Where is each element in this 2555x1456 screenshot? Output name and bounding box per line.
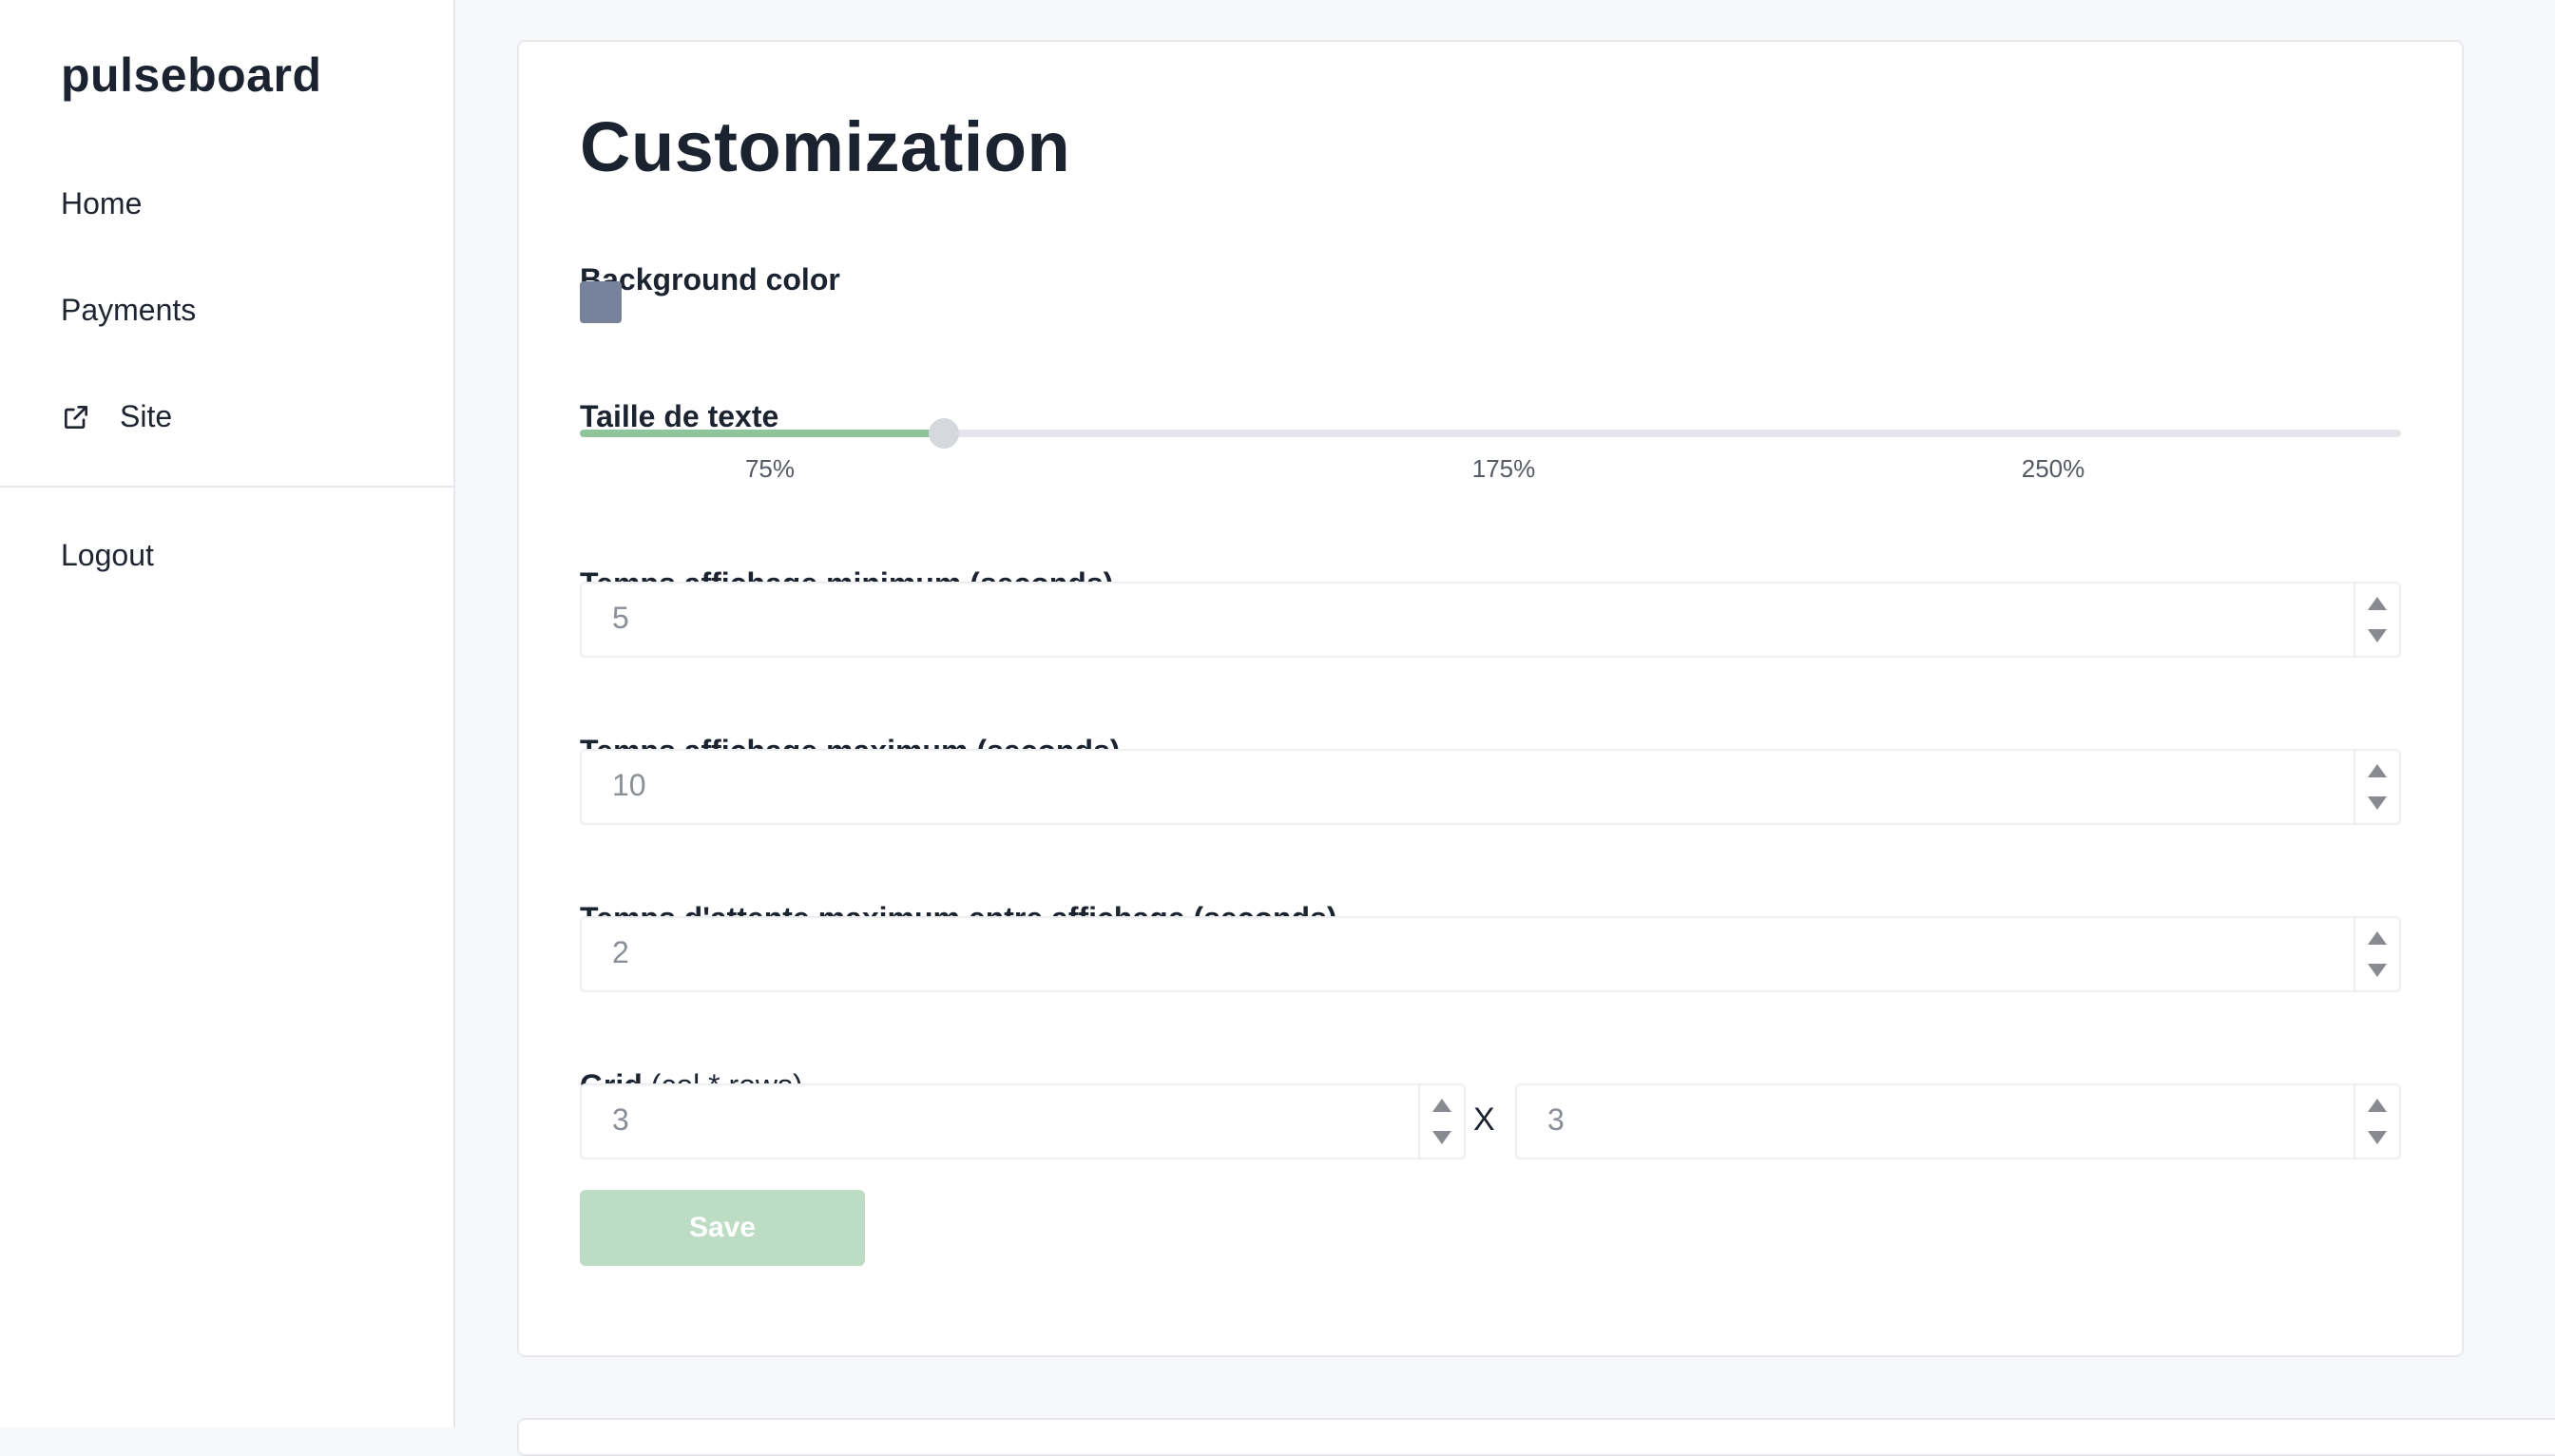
sidebar: pulseboard Home Payments Site Logout <box>0 0 455 1427</box>
sidebar-item-label: Payments <box>61 293 197 327</box>
increment-arrow-icon[interactable] <box>2368 1099 2387 1112</box>
increment-arrow-icon[interactable] <box>1432 1099 1451 1112</box>
grid-rows-spinner <box>2353 1085 2399 1158</box>
decrement-arrow-icon[interactable] <box>2368 964 2387 977</box>
min-display-spinner <box>2353 584 2399 656</box>
sidebar-item-logout[interactable]: Logout <box>61 538 154 573</box>
decrement-arrow-icon[interactable] <box>2368 1131 2387 1144</box>
decrement-arrow-icon[interactable] <box>2368 629 2387 642</box>
decrement-arrow-icon[interactable] <box>2368 796 2387 810</box>
customization-card: Customization Background color Taille de… <box>517 40 2464 1357</box>
grid-rows-input[interactable]: 3 <box>1515 1083 2401 1159</box>
background-color-picker[interactable] <box>580 281 622 323</box>
save-button[interactable]: Save <box>580 1190 865 1266</box>
text-size-slider[interactable] <box>580 418 2401 449</box>
page-title: Customization <box>580 107 1071 186</box>
external-link-icon <box>65 405 87 429</box>
increment-arrow-icon[interactable] <box>2368 931 2387 945</box>
sidebar-item-label: Logout <box>61 538 154 572</box>
text-size-tick: 75% <box>744 454 796 483</box>
text-size-slider-fill <box>580 430 945 437</box>
grid-cols-input[interactable]: 3 <box>580 1083 1466 1159</box>
grid-separator: X <box>1473 1102 1495 1138</box>
grid-cols-spinner <box>1418 1085 1464 1158</box>
decrement-arrow-icon[interactable] <box>1432 1131 1451 1144</box>
grid-cols-value: 3 <box>612 1102 629 1137</box>
sidebar-item-site[interactable]: Site <box>61 399 172 434</box>
max-display-value: 10 <box>612 768 646 802</box>
secondary-card <box>517 1418 2555 1456</box>
sidebar-item-label: Site <box>120 399 173 433</box>
brand-logo: pulseboard <box>61 48 322 102</box>
max-wait-spinner <box>2353 918 2399 990</box>
sidebar-item-label: Home <box>61 186 143 220</box>
sidebar-item-payments[interactable]: Payments <box>61 293 196 328</box>
max-display-spinner <box>2353 751 2399 823</box>
grid-rows-value: 3 <box>1547 1102 1565 1137</box>
min-display-value: 5 <box>612 601 629 635</box>
text-size-slider-thumb[interactable] <box>929 418 960 449</box>
sidebar-item-home[interactable]: Home <box>61 186 142 221</box>
increment-arrow-icon[interactable] <box>2368 764 2387 777</box>
min-display-input[interactable]: 5 <box>580 582 2401 658</box>
max-display-input[interactable]: 10 <box>580 749 2401 825</box>
increment-arrow-icon[interactable] <box>2368 597 2387 610</box>
text-size-tick: 250% <box>2021 454 2085 483</box>
text-size-tick: 175% <box>1471 454 1536 483</box>
sidebar-divider <box>0 486 455 488</box>
max-wait-input[interactable]: 2 <box>580 916 2401 992</box>
max-wait-value: 2 <box>612 935 629 969</box>
